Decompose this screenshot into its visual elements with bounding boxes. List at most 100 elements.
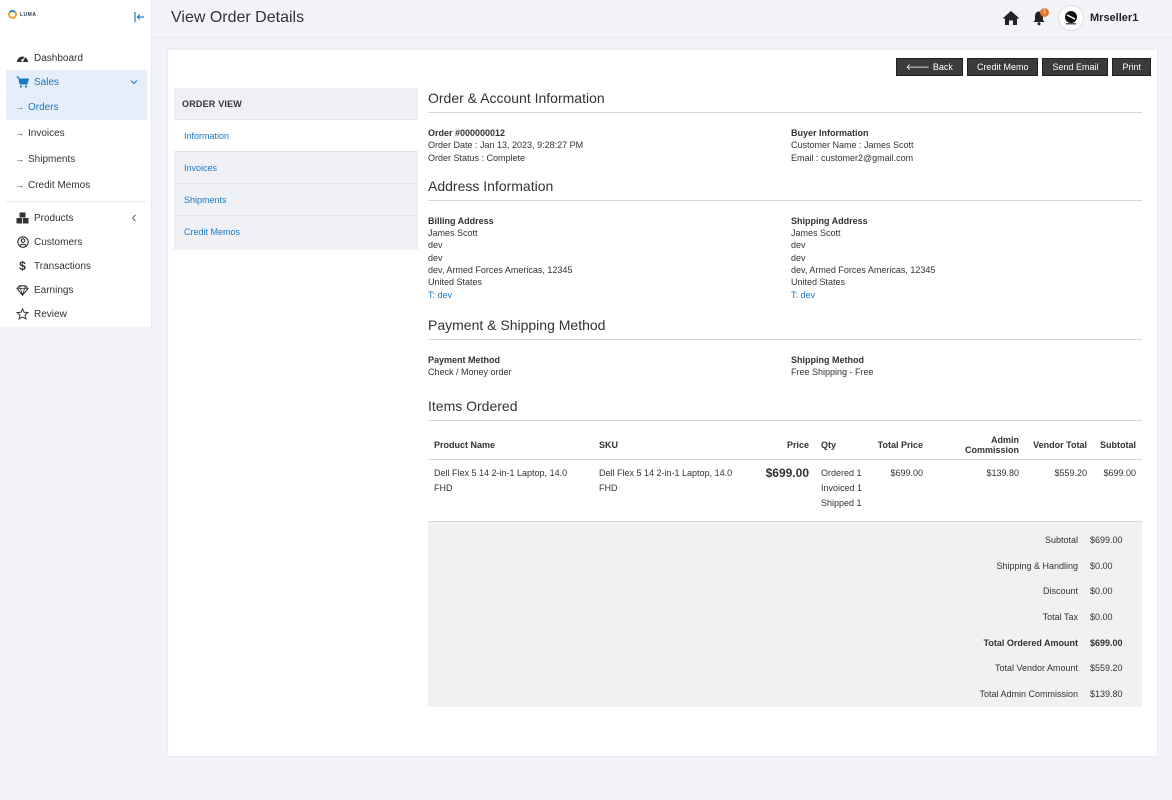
tab-invoices[interactable]: Invoices: [174, 151, 418, 183]
cell-total-price: $699.00: [890, 468, 923, 479]
sidebar-subitem-label: Orders: [28, 101, 59, 113]
billing-country: United States: [428, 277, 483, 288]
shipping-heading: Shipping Address: [791, 215, 868, 226]
page-title: View Order Details: [171, 9, 305, 26]
cell-price: $699.00: [765, 466, 809, 481]
order-details-card: 🡐 Back Credit Memo Send Email Print ORDER…: [168, 50, 1157, 756]
buyer-heading: Buyer Information: [791, 128, 869, 138]
total-label: Total Ordered Amount: [983, 637, 1079, 648]
total-row-admin-commission: Total Admin Commission $139.80: [428, 681, 1142, 707]
col-price: Price: [755, 430, 815, 461]
sidebar-subitem-shipments[interactable]: → Shipments: [6, 146, 147, 172]
credit-memo-button[interactable]: Credit Memo: [966, 58, 1039, 76]
shipping-line2: dev: [791, 252, 806, 263]
total-row-discount: Discount $0.00: [428, 578, 1142, 604]
qty-ordered: Ordered 1: [821, 468, 862, 479]
payment-method: Payment Method Check / Money order: [428, 354, 785, 379]
billing-line2: dev: [428, 252, 443, 263]
sidebar-subitem-invoices[interactable]: → Invoices: [6, 120, 147, 146]
billing-address: Billing Address James Scott dev dev dev,…: [428, 215, 785, 301]
shipping-line1: dev: [791, 240, 806, 251]
divider: [6, 201, 147, 202]
seller-logo-icon: [1065, 11, 1077, 25]
order-number: Order #000000012: [428, 128, 506, 138]
sidebar-item-label: Customers: [34, 236, 83, 248]
total-label: Shipping & Handling: [996, 560, 1078, 571]
notifications-button[interactable]: 1: [1032, 8, 1049, 26]
order-totals: Subtotal $699.00 Shipping & Handling $0.00…: [428, 521, 1142, 707]
billing-city: dev, Armed Forces Americas, 12345: [428, 265, 573, 276]
sidebar-item-label: Transactions: [34, 260, 91, 272]
sidebar-item-earnings[interactable]: Earnings: [6, 278, 147, 302]
arrow-right-icon: →: [15, 102, 24, 112]
home-icon[interactable]: [1002, 10, 1020, 26]
shipping-tel-link[interactable]: dev: [801, 290, 816, 300]
sidebar-item-transactions[interactable]: $ Transactions: [6, 254, 147, 278]
send-email-button[interactable]: Send Email: [1042, 58, 1109, 76]
total-label: Total Admin Commission: [979, 689, 1078, 700]
billing-tel-link[interactable]: dev: [438, 290, 453, 300]
sidebar-item-sales[interactable]: Sales: [6, 70, 147, 94]
total-label: Subtotal: [1044, 534, 1078, 545]
order-status: Order Status : Complete: [428, 152, 526, 163]
sidebar-subitem-label: Credit Memos: [28, 179, 91, 191]
total-value: $699.00: [1090, 637, 1123, 648]
order-main-content: Order & Account Information Order #00000…: [428, 90, 1142, 707]
sidebar-item-products[interactable]: Products: [6, 206, 147, 230]
cell-subtotal: $699.00: [1103, 468, 1136, 479]
shipping-country: United States: [791, 277, 846, 288]
table-header-row: Product Name SKU Price Qty Total Price A…: [428, 430, 1142, 461]
customer-email: Email : customer2@gmail.com: [791, 152, 914, 163]
logo-text: LUMA: [20, 11, 37, 18]
address-info: Billing Address James Scott dev dev dev,…: [428, 215, 1142, 301]
col-sku: SKU: [593, 430, 755, 461]
shipping-tel-prefix: T:: [791, 289, 801, 300]
chevron-left-icon: [131, 214, 136, 222]
arrow-right-icon: →: [15, 128, 24, 138]
toolbar: 🡐 Back Credit Memo Send Email Print: [895, 58, 1151, 76]
billing-name: James Scott: [428, 228, 478, 239]
total-row-subtotal: Subtotal $699.00: [428, 527, 1142, 553]
back-button[interactable]: 🡐 Back: [895, 58, 963, 76]
order-info: Order #000000012 Order Date : Jan 13, 20…: [428, 127, 785, 164]
sidebar-item-review[interactable]: Review: [6, 302, 147, 326]
chevron-down-icon: [130, 80, 138, 85]
sidebar-item-label: Products: [34, 212, 74, 224]
print-button[interactable]: Print: [1112, 58, 1151, 76]
qty-shipped: Shipped 1: [821, 498, 862, 509]
shipping-city: dev, Armed Forces Americas, 12345: [791, 265, 936, 276]
sidebar-item-customers[interactable]: Customers: [6, 230, 147, 254]
col-product-name: Product Name: [428, 430, 593, 461]
col-subtotal: Subtotal: [1093, 430, 1142, 461]
diamond-icon: [16, 284, 29, 297]
notification-badge: 1: [1040, 8, 1049, 17]
section-title-order-account: Order & Account Information: [428, 90, 1142, 113]
tab-credit-memos[interactable]: Credit Memos: [174, 215, 418, 247]
col-admin-commission: Admin Commission: [929, 430, 1025, 461]
avatar[interactable]: [1058, 5, 1084, 31]
brand-logo[interactable]: LUMA: [8, 10, 36, 19]
order-view-panel: ORDER VIEW Information Invoices Shipment…: [174, 88, 418, 250]
sidebar-subitem-orders[interactable]: → Orders: [6, 94, 147, 120]
sidebar-subitem-label: Shipments: [28, 153, 76, 165]
tab-shipments[interactable]: Shipments: [174, 183, 418, 215]
tab-information[interactable]: Information: [174, 119, 418, 151]
total-value: $0.00: [1090, 611, 1113, 622]
header-actions: 1 Mrseller1: [1002, 5, 1138, 31]
order-date: Order Date : Jan 13, 2023, 9:28:27 PM: [428, 140, 584, 151]
shipping-method: Shipping Method Free Shipping - Free: [785, 354, 1142, 379]
cell-qty: Ordered 1 Invoiced 1 Shipped 1: [815, 460, 869, 522]
total-row-shipping: Shipping & Handling $0.00: [428, 553, 1142, 579]
star-icon: [16, 308, 29, 321]
total-label: Discount: [1042, 586, 1078, 597]
col-vendor-total: Vendor Total: [1025, 430, 1093, 461]
sidebar-item-dashboard[interactable]: Dashboard: [6, 46, 147, 70]
cart-icon: [16, 76, 29, 89]
collapse-sidebar-icon[interactable]: [133, 11, 145, 23]
header-divider: [152, 37, 1172, 38]
total-value: $139.80: [1090, 689, 1123, 700]
sidebar-subitem-credit-memos[interactable]: → Credit Memos: [6, 172, 147, 198]
section-title-payment-shipping: Payment & Shipping Method: [428, 317, 1142, 340]
username[interactable]: Mrseller1: [1090, 12, 1138, 24]
cell-admin-commission: $139.80: [986, 468, 1019, 479]
